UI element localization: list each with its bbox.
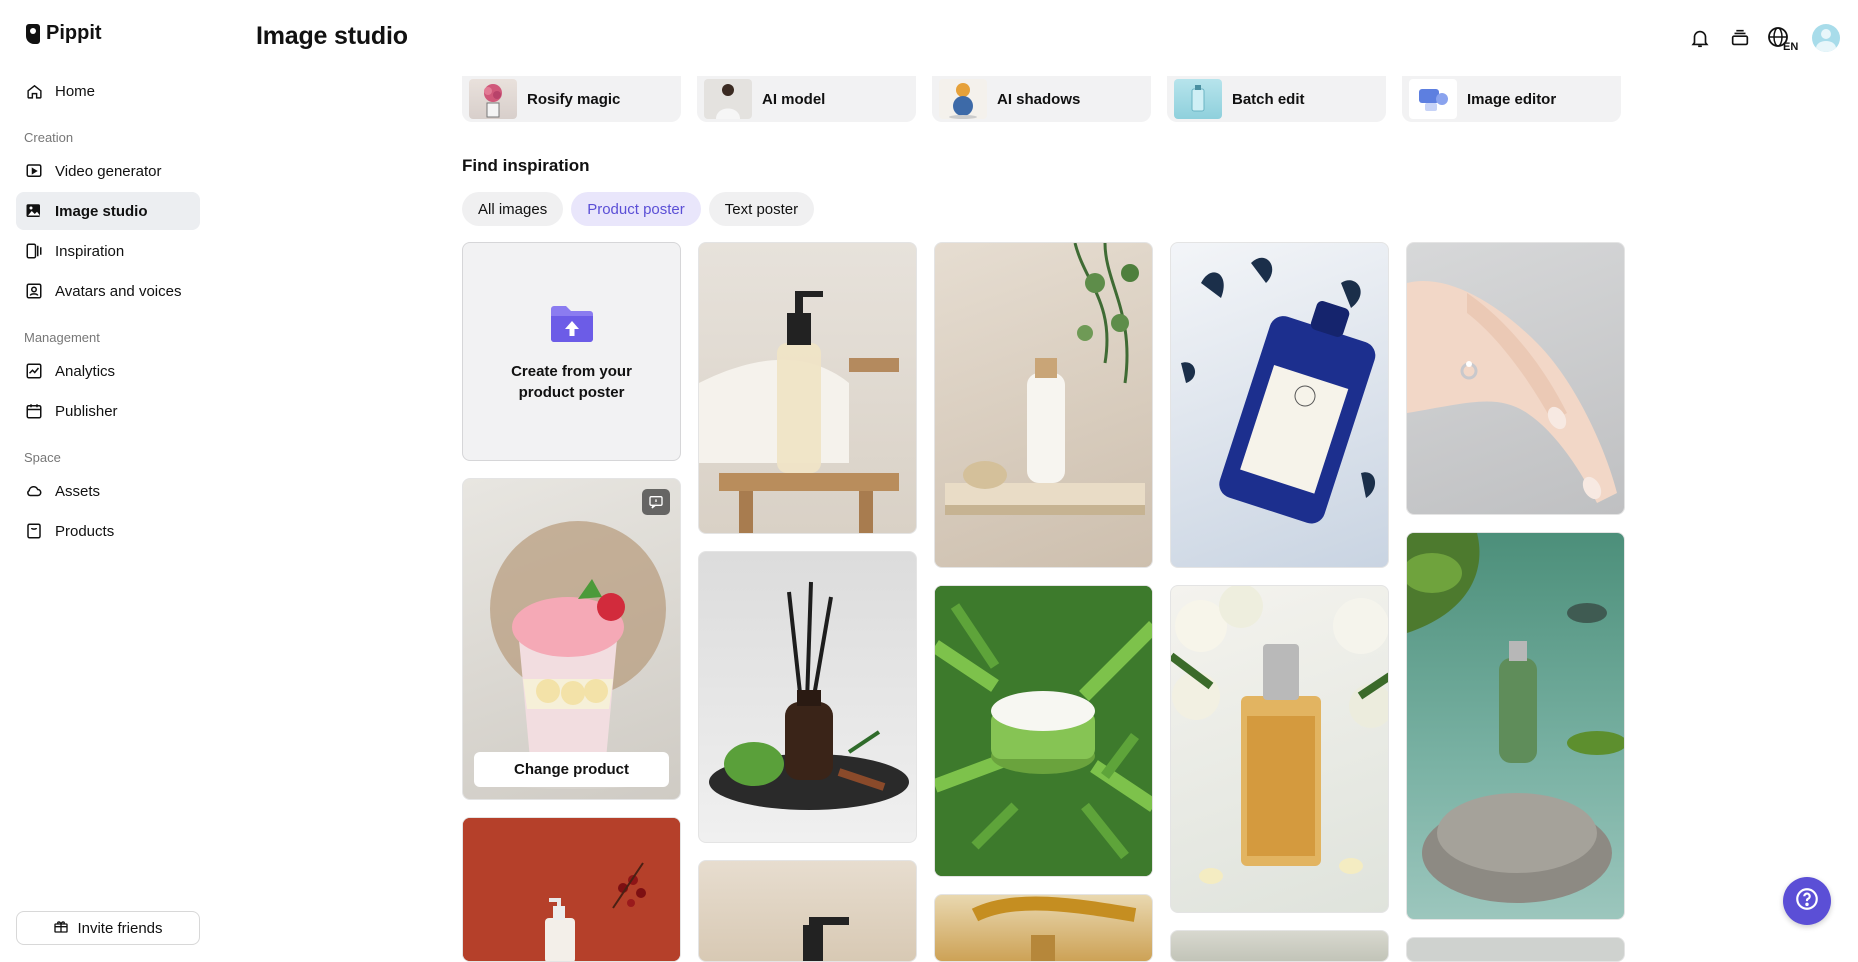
tool-ai-shadows[interactable]: AI shadows (932, 76, 1151, 122)
filter-all-images[interactable]: All images (462, 192, 564, 226)
tool-image-editor[interactable]: Image editor (1402, 76, 1621, 122)
sidebar-item-products[interactable]: Products (16, 512, 200, 550)
ai-shadows-thumbnail (939, 79, 987, 119)
upload-folder-icon (549, 301, 595, 347)
filter-product-poster[interactable]: Product poster (571, 192, 701, 226)
inspiration-image-amber-perfume[interactable] (1170, 585, 1389, 913)
invite-friends-button[interactable]: Invite friends (16, 911, 200, 945)
find-inspiration-title: Find inspiration (462, 156, 590, 175)
language-code: EN (1783, 41, 1798, 51)
sidebar-item-image-studio[interactable]: Image studio (16, 192, 200, 230)
inspiration-image-partial[interactable] (1170, 930, 1389, 962)
analytics-icon (25, 362, 43, 380)
create-card-text: Create from your product poster (511, 362, 632, 401)
sidebar: Pippit Home Creation Video generator Ima… (0, 0, 210, 962)
section-label-creation: Creation (24, 130, 74, 145)
tool-label: AI model (762, 90, 826, 108)
change-product-button[interactable]: Change product (474, 752, 669, 787)
section-label-management: Management (24, 330, 100, 345)
inspiration-image-ring-hand[interactable] (1406, 242, 1625, 515)
question-icon (1794, 886, 1820, 917)
stack-icon[interactable] (1726, 24, 1754, 52)
sidebar-item-assets[interactable]: Assets (16, 472, 200, 510)
image-studio-icon (25, 202, 43, 220)
cloud-icon (25, 482, 43, 500)
help-button[interactable] (1783, 877, 1831, 925)
brand-name: Pippit (46, 22, 102, 44)
page-title: Image studio (256, 22, 408, 50)
sidebar-item-label: Home (55, 82, 96, 100)
tools-strip: Rosify magic AI model AI shadows Batch e… (462, 76, 1621, 122)
tool-label: Image editor (1467, 90, 1557, 108)
sidebar-item-video-generator[interactable]: Video generator (16, 152, 200, 190)
inspiration-image-diffuser[interactable] (698, 551, 917, 843)
calendar-icon (25, 402, 43, 420)
inspiration-icon (25, 242, 43, 260)
inspiration-image-partial-2[interactable] (1406, 937, 1625, 962)
home-icon (25, 82, 43, 100)
tool-label: Rosify magic (527, 90, 621, 108)
tool-label: AI shadows (997, 90, 1081, 108)
sidebar-item-label: Publisher (55, 402, 118, 420)
filter-chips: All images Product poster Text poster (462, 192, 815, 226)
batch-edit-thumbnail (1174, 79, 1222, 119)
header-actions: EN (1686, 24, 1840, 52)
inspiration-image-milk-bottle[interactable] (934, 242, 1153, 568)
sidebar-item-label: Avatars and voices (55, 282, 182, 300)
sidebar-item-inspiration[interactable]: Inspiration (16, 232, 200, 270)
inspiration-image-green-bottle-rock[interactable] (1406, 532, 1625, 920)
sidebar-item-avatars-and-voices[interactable]: Avatars and voices (16, 272, 200, 310)
pippit-logo-icon (26, 23, 40, 44)
sidebar-item-label: Inspiration (55, 242, 125, 260)
app-root: Pippit Home Creation Video generator Ima… (0, 0, 1858, 962)
sidebar-item-label: Video generator (55, 162, 162, 180)
section-label-space: Space (24, 450, 61, 465)
sidebar-item-label: Analytics (55, 362, 116, 380)
inspiration-image-wood-pump[interactable] (698, 860, 917, 962)
inspiration-image-smoothie[interactable]: Change product (462, 478, 681, 800)
sidebar-item-label: Assets (55, 482, 101, 500)
ai-model-thumbnail (704, 79, 752, 119)
image-editor-thumbnail (1409, 79, 1457, 119)
rosify-magic-thumbnail (469, 79, 517, 119)
tool-ai-model[interactable]: AI model (697, 76, 916, 122)
bell-icon[interactable] (1686, 24, 1714, 52)
avatar-voice-icon (25, 282, 43, 300)
sidebar-item-publisher[interactable]: Publisher (16, 392, 200, 430)
inspiration-image-gold-bottle[interactable] (934, 894, 1153, 962)
tool-batch-edit[interactable]: Batch edit (1167, 76, 1386, 122)
create-from-product-poster-card[interactable]: Create from your product poster (462, 242, 681, 461)
inspiration-image-red-bottle[interactable] (462, 817, 681, 962)
tool-label: Batch edit (1232, 90, 1305, 108)
tool-rosify-magic[interactable]: Rosify magic (462, 76, 681, 122)
inspiration-image-blue-perfume[interactable] (1170, 242, 1389, 568)
sidebar-item-home[interactable]: Home (16, 72, 200, 110)
brand[interactable]: Pippit (26, 22, 102, 45)
video-generator-icon (25, 162, 43, 180)
avatar[interactable] (1812, 24, 1840, 52)
sidebar-item-label: Image studio (55, 202, 148, 220)
inspiration-image-cream-jar[interactable] (934, 585, 1153, 877)
language-globe-icon[interactable]: EN (1766, 24, 1800, 52)
sidebar-item-analytics[interactable]: Analytics (16, 352, 200, 390)
products-icon (25, 522, 43, 540)
gift-icon (53, 918, 69, 938)
feedback-icon[interactable] (642, 489, 670, 515)
filter-text-poster[interactable]: Text poster (708, 192, 815, 226)
sidebar-item-label: Products (55, 522, 115, 540)
invite-friends-label: Invite friends (77, 919, 163, 937)
inspiration-image-pump-bottle[interactable] (698, 242, 917, 534)
